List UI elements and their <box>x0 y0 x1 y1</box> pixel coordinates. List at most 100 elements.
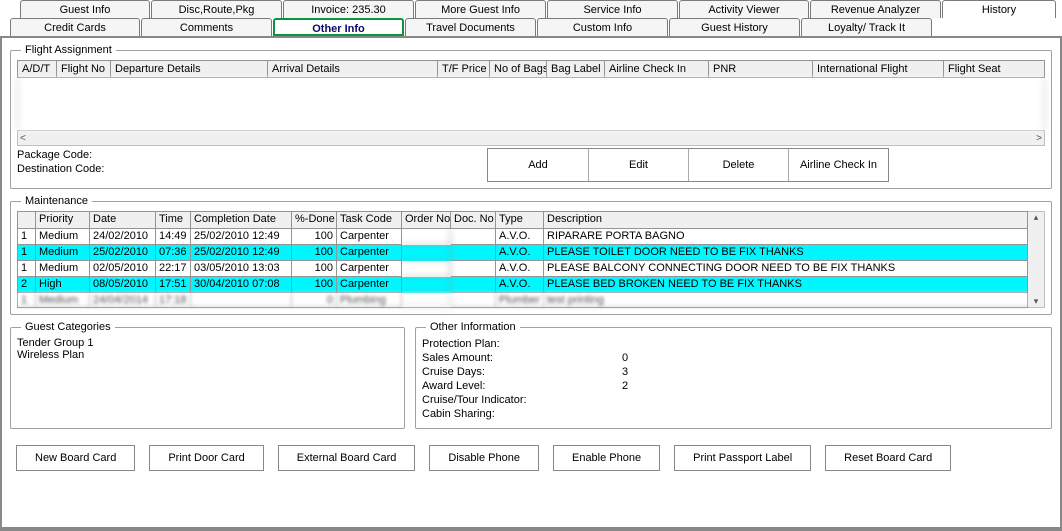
cell-done: 100 <box>292 261 337 277</box>
cell-done: 100 <box>292 277 337 293</box>
tab-guest-history[interactable]: Guest History <box>669 18 800 36</box>
cell-time: 17:51 <box>156 277 191 293</box>
airline-checkin-button[interactable]: Airline Check In <box>788 149 888 181</box>
scroll-right-icon[interactable]: > <box>1036 133 1042 144</box>
mcol-index[interactable] <box>18 212 36 229</box>
cell-idx: 1 <box>18 229 36 245</box>
disable-phone-button[interactable]: Disable Phone <box>429 445 539 471</box>
col-airline-checkin[interactable]: Airline Check In <box>605 61 709 77</box>
tab-comments[interactable]: Comments <box>141 18 272 36</box>
mcol-type[interactable]: Type <box>496 212 544 229</box>
col-departure[interactable]: Departure Details <box>111 61 268 77</box>
tab-invoice[interactable]: Invoice: 235.30 <box>283 0 414 18</box>
flight-assignment-group: Flight Assignment A/D/T Flight No Depart… <box>10 44 1052 189</box>
cell-time: 17:18 <box>156 293 191 307</box>
col-bag-label[interactable]: Bag Label <box>547 61 605 77</box>
tab-revenue-analyzer[interactable]: Revenue Analyzer <box>810 0 941 18</box>
table-row[interactable]: 2High08/05/201017:5130/04/2010 07:08100C… <box>18 277 1027 293</box>
cell-type: Plumber <box>496 293 544 307</box>
external-board-card-button[interactable]: External Board Card <box>278 445 416 471</box>
cell-time: 22:17 <box>156 261 191 277</box>
mcol-priority[interactable]: Priority <box>36 212 90 229</box>
cell-desc: RIPARARE PORTA BAGNO <box>544 229 1027 245</box>
flight-scrollbar[interactable]: < > <box>17 130 1045 146</box>
print-door-card-button[interactable]: Print Door Card <box>149 445 263 471</box>
other-info-table: Protection Plan:Sales Amount:0Cruise Day… <box>422 337 1045 421</box>
cell-type: A.V.O. <box>496 277 544 293</box>
mcol-order-no[interactable]: Order No <box>402 212 451 229</box>
cell-task: Carpenter <box>337 245 402 261</box>
cell-desc: test printing <box>544 293 1027 307</box>
tab-loyalty-trackit[interactable]: Loyalty/ Track It <box>801 18 932 36</box>
mcol-description[interactable]: Description <box>544 212 1027 229</box>
mcol-completion[interactable]: Completion Date <box>191 212 292 229</box>
tab-disc-route-pkg[interactable]: Disc,Route,Pkg <box>151 0 282 18</box>
cell-ord <box>402 277 451 293</box>
tab-credit-cards[interactable]: Credit Cards <box>10 18 140 36</box>
cell-doc <box>451 261 496 277</box>
reset-board-card-button[interactable]: Reset Board Card <box>825 445 951 471</box>
info-value <box>622 393 1045 407</box>
mcol-time[interactable]: Time <box>156 212 191 229</box>
mcol-date[interactable]: Date <box>90 212 156 229</box>
cell-done: 0 <box>292 293 337 307</box>
cell-type: A.V.O. <box>496 229 544 245</box>
maintenance-scrollbar[interactable]: ▴ ▾ <box>1028 211 1045 308</box>
other-information-legend: Other Information <box>426 321 520 333</box>
cell-comp: 25/02/2010 12:49 <box>191 229 292 245</box>
tab-travel-documents[interactable]: Travel Documents <box>405 18 536 36</box>
print-passport-label-button[interactable]: Print Passport Label <box>674 445 811 471</box>
tab-service-info[interactable]: Service Info <box>547 0 678 18</box>
scroll-left-icon[interactable]: < <box>20 133 26 144</box>
col-adt[interactable]: A/D/T <box>18 61 57 77</box>
col-arrival[interactable]: Arrival Details <box>268 61 438 77</box>
delete-button[interactable]: Delete <box>688 149 788 181</box>
col-tf-price[interactable]: T/F Price <box>438 61 490 77</box>
tab-activity-viewer[interactable]: Activity Viewer <box>679 0 809 18</box>
col-pnr[interactable]: PNR <box>709 61 813 77</box>
guest-categories-legend: Guest Categories <box>21 321 115 333</box>
cell-pri: Medium <box>36 261 90 277</box>
enable-phone-button[interactable]: Enable Phone <box>553 445 660 471</box>
mcol-doc-no[interactable]: Doc. No <box>451 212 496 229</box>
table-row[interactable]: 1Medium24/02/201014:4925/02/2010 12:4910… <box>18 229 1027 245</box>
cell-doc <box>451 293 496 307</box>
maintenance-grid[interactable]: Priority Date Time Completion Date %-Don… <box>17 211 1028 308</box>
tabs-row-2: Credit Cards Comments Other Info Travel … <box>10 18 1062 36</box>
edit-button[interactable]: Edit <box>588 149 688 181</box>
add-button[interactable]: Add <box>488 149 588 181</box>
cell-task: Carpenter <box>337 261 402 277</box>
tab-custom-info[interactable]: Custom Info <box>537 18 668 36</box>
info-label: Cabin Sharing: <box>422 407 622 421</box>
col-no-bags[interactable]: No of Bags <box>490 61 547 77</box>
info-label: Protection Plan: <box>422 337 622 351</box>
flight-assignment-legend: Flight Assignment <box>21 44 116 56</box>
tab-other-info[interactable]: Other Info <box>273 18 404 36</box>
cell-desc: PLEASE TOILET DOOR NEED TO BE FIX THANKS <box>544 245 1027 261</box>
table-row[interactable]: 1Medium25/02/201007:3625/02/2010 12:4910… <box>18 245 1027 261</box>
cell-date: 08/05/2010 <box>90 277 156 293</box>
cell-task: Carpenter <box>337 229 402 245</box>
col-flight-no[interactable]: Flight No <box>57 61 111 77</box>
col-international[interactable]: International Flight <box>813 61 944 77</box>
scroll-up-icon[interactable]: ▴ <box>1034 212 1039 223</box>
cell-done: 100 <box>292 229 337 245</box>
table-row[interactable]: 1Medium24/04/201417:180PlumbingPlumberte… <box>18 293 1027 307</box>
tab-history[interactable]: History <box>942 0 1056 18</box>
mcol-task-code[interactable]: Task Code <box>337 212 402 229</box>
info-value <box>622 337 1045 351</box>
cell-time: 07:36 <box>156 245 191 261</box>
scroll-down-icon[interactable]: ▾ <box>1034 296 1039 307</box>
cell-time: 14:49 <box>156 229 191 245</box>
table-row[interactable]: 1Medium02/05/201022:1703/05/2010 13:0310… <box>18 261 1027 277</box>
mcol-pct-done[interactable]: %-Done <box>292 212 337 229</box>
cell-doc <box>451 277 496 293</box>
col-flight-seat[interactable]: Flight Seat <box>944 61 1010 77</box>
cell-date: 24/04/2014 <box>90 293 156 307</box>
tab-guest-info[interactable]: Guest Info <box>20 0 150 18</box>
cell-desc: PLEASE BED BROKEN NEED TO BE FIX THANKS <box>544 277 1027 293</box>
flight-grid-body[interactable] <box>17 78 1045 130</box>
new-board-card-button[interactable]: New Board Card <box>16 445 135 471</box>
bottom-button-bar: New Board Card Print Door Card External … <box>10 445 1052 471</box>
tab-more-guest-info[interactable]: More Guest Info <box>415 0 546 18</box>
